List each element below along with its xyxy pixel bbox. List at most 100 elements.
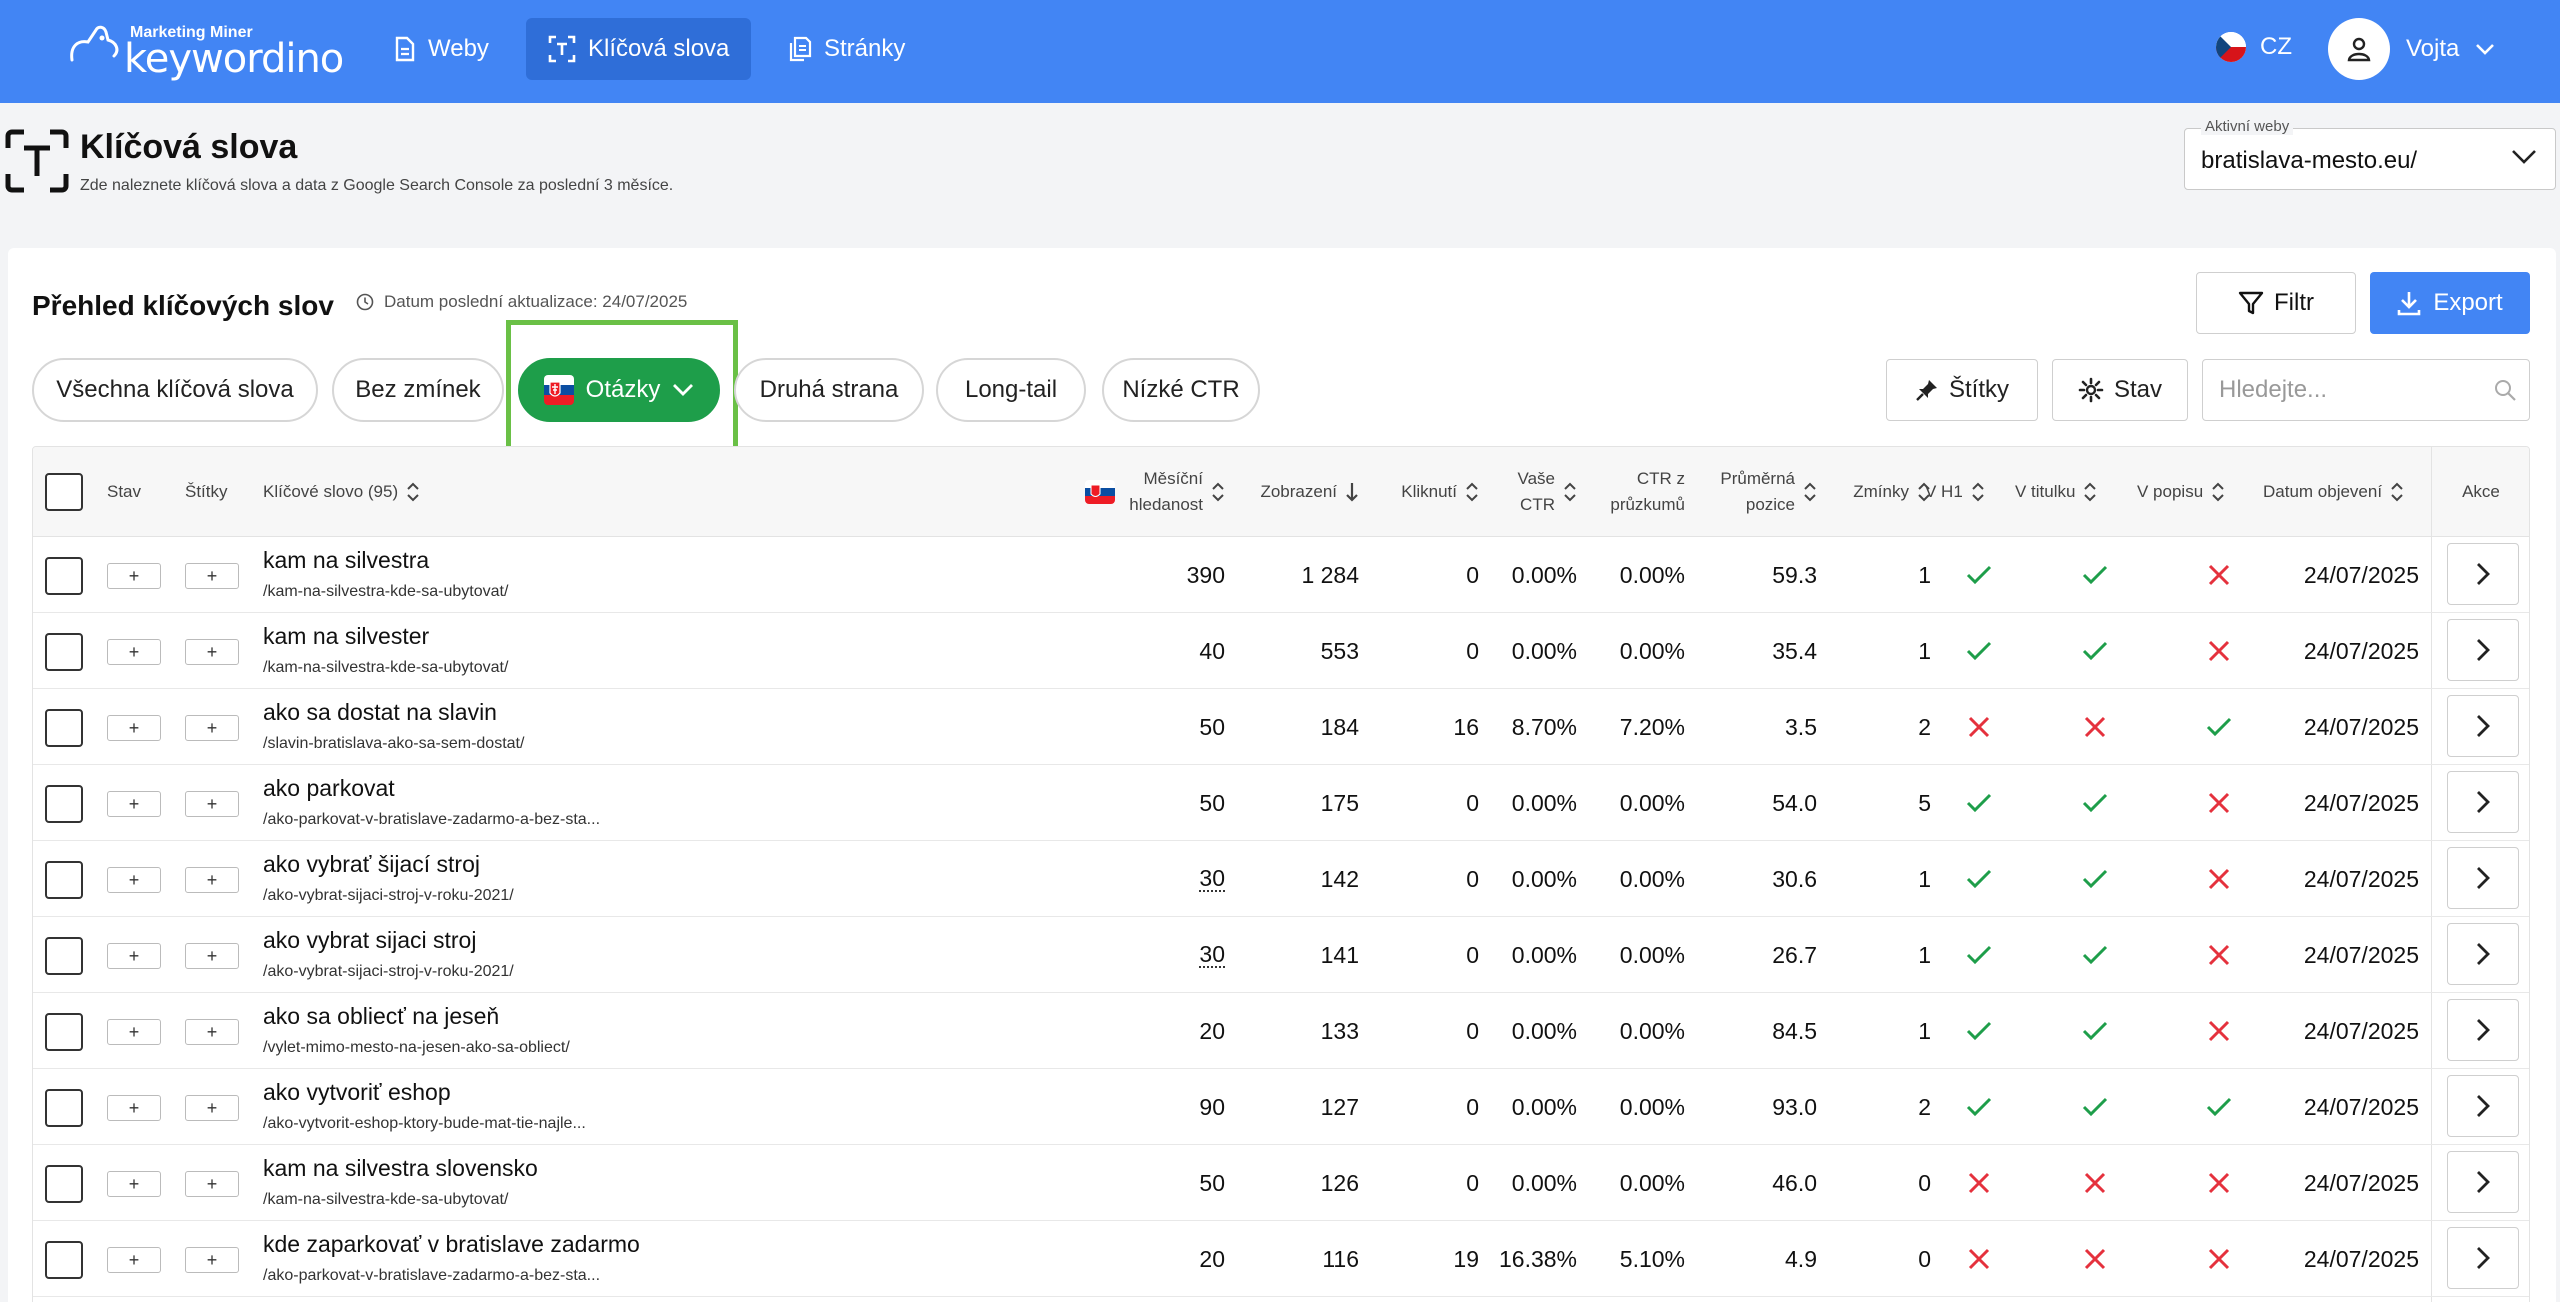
keywordino-logo[interactable]: Marketing Miner keywordino	[64, 20, 344, 82]
add-tag-button[interactable]: +	[185, 943, 239, 969]
page-title: Klíčová slova	[80, 128, 298, 166]
row-checkbox[interactable]	[45, 633, 83, 671]
row-checkbox[interactable]	[45, 861, 83, 899]
row-detail-button[interactable]	[2447, 543, 2519, 605]
nav-weby[interactable]: Weby	[372, 18, 511, 80]
add-tag-button[interactable]: +	[185, 1095, 239, 1121]
add-tag-button[interactable]: +	[185, 563, 239, 589]
header-survey-ctr[interactable]: CTR z průzkumů	[1573, 447, 1685, 537]
add-tag-button[interactable]: +	[185, 867, 239, 893]
header-mentions[interactable]: Zmínky	[1803, 447, 1931, 537]
search-field[interactable]	[2202, 359, 2530, 421]
row-checkbox[interactable]	[45, 937, 83, 975]
in-title-status	[2069, 841, 2121, 917]
top-navigation-bar: Marketing Miner keywordino Weby Klíčová …	[0, 0, 2560, 103]
header-avg-position[interactable]: Průměrná pozice	[1673, 447, 1817, 537]
table-row: + + ako parkovat/ako-parkovat-v-bratislave…	[33, 765, 2529, 841]
add-state-button[interactable]: +	[107, 1171, 161, 1197]
add-state-button[interactable]: +	[107, 1095, 161, 1121]
add-tag-button[interactable]: +	[185, 1171, 239, 1197]
add-state-button[interactable]: +	[107, 563, 161, 589]
position-value: 84.5	[1772, 1017, 1817, 1044]
tags-button[interactable]: Štítky	[1886, 359, 2038, 421]
keyword-text: ako vybrat sijaci stroj	[263, 927, 477, 953]
active-site-select[interactable]: Aktivní weby bratislava-mesto.eu/	[2184, 118, 2556, 190]
row-checkbox[interactable]	[45, 1089, 83, 1127]
language-switcher[interactable]: CZ	[2216, 32, 2292, 62]
header-discovered[interactable]: Datum objevení	[2263, 447, 2404, 537]
row-detail-button[interactable]	[2447, 999, 2519, 1061]
header-in-title[interactable]: V titulku	[2015, 447, 2097, 537]
survey-ctr-value: 7.20%	[1619, 713, 1685, 740]
survey-ctr-value: 5.10%	[1619, 1245, 1685, 1272]
row-detail-button[interactable]	[2447, 695, 2519, 757]
clicks-value: 0	[1466, 561, 1479, 588]
keyword-text: kam na silvestra	[263, 547, 430, 573]
user-menu[interactable]: Vojta	[2328, 18, 2495, 80]
pill-low-ctr[interactable]: Nízké CTR	[1102, 358, 1260, 422]
add-state-button[interactable]: +	[107, 1019, 161, 1045]
header-impressions[interactable]: Zobrazení	[1209, 447, 1359, 537]
pill-no-mentions[interactable]: Bez zmínek	[332, 358, 504, 422]
survey-ctr-value: 0.00%	[1619, 561, 1685, 588]
pill-long-tail[interactable]: Long-tail	[936, 358, 1086, 422]
pill-label: Bez zmínek	[355, 376, 481, 403]
in-title-status	[2069, 1145, 2121, 1221]
row-detail-button[interactable]	[2447, 1075, 2519, 1137]
keyword-url: /kam-na-silvestra-kde-sa-ubytovat/	[263, 583, 509, 600]
row-detail-button[interactable]	[2447, 619, 2519, 681]
row-detail-button[interactable]	[2447, 1227, 2519, 1289]
add-state-button[interactable]: +	[107, 867, 161, 893]
keyword-text: kam na silvester	[263, 623, 430, 649]
select-all-checkbox[interactable]	[45, 473, 83, 511]
pill-all-keywords[interactable]: Všechna klíčová slova	[32, 358, 318, 422]
row-checkbox[interactable]	[45, 1013, 83, 1051]
cross-icon	[2084, 716, 2106, 738]
position-value: 54.0	[1772, 789, 1817, 816]
row-detail-button[interactable]	[2447, 847, 2519, 909]
header-clicks[interactable]: Kliknutí	[1349, 447, 1479, 537]
pill-questions[interactable]: Otázky	[518, 358, 720, 422]
add-tag-button[interactable]: +	[185, 791, 239, 817]
row-checkbox[interactable]	[45, 709, 83, 747]
search-input[interactable]	[2219, 376, 2479, 404]
row-checkbox[interactable]	[45, 1241, 83, 1279]
add-tag-button[interactable]: +	[185, 639, 239, 665]
last-update: Datum poslední aktualizace: 24/07/2025	[356, 292, 687, 312]
keyword-url: /kam-na-silvestra-kde-sa-ubytovat/	[263, 1191, 509, 1208]
header-in-h1[interactable]: V H1	[1925, 447, 1985, 537]
export-button[interactable]: Export	[2370, 272, 2530, 334]
add-state-button[interactable]: +	[107, 791, 161, 817]
add-tag-button[interactable]: +	[185, 715, 239, 741]
nav-klicova-slova[interactable]: Klíčová slova	[526, 18, 752, 80]
header-in-description[interactable]: V popisu	[2137, 447, 2225, 537]
row-detail-button[interactable]	[2447, 1151, 2519, 1213]
add-tag-button[interactable]: +	[185, 1247, 239, 1273]
add-state-button[interactable]: +	[107, 639, 161, 665]
mentions-value: 0	[1918, 1169, 1931, 1196]
keyword-text: ako vytvoriť eshop	[263, 1079, 451, 1105]
add-state-button[interactable]: +	[107, 715, 161, 741]
mentions-value: 1	[1918, 637, 1931, 664]
state-button[interactable]: Stav	[2052, 359, 2188, 421]
add-tag-button[interactable]: +	[185, 1019, 239, 1045]
add-state-button[interactable]: +	[107, 1247, 161, 1273]
nav-stranky[interactable]: Stránky	[766, 18, 927, 80]
add-state-button[interactable]: +	[107, 943, 161, 969]
header-your-ctr[interactable]: Vaše CTR	[1473, 447, 1577, 537]
row-checkbox[interactable]	[45, 1165, 83, 1203]
pill-second-page[interactable]: Druhá strana	[734, 358, 924, 422]
ctr-value: 0.00%	[1511, 1169, 1577, 1196]
row-detail-button[interactable]	[2447, 923, 2519, 985]
row-checkbox[interactable]	[45, 785, 83, 823]
filter-button[interactable]: Filtr	[2196, 272, 2356, 334]
ctr-value: 0.00%	[1511, 865, 1577, 892]
position-value: 4.9	[1785, 1245, 1817, 1272]
ctr-value: 0.00%	[1511, 561, 1577, 588]
row-detail-button[interactable]	[2447, 771, 2519, 833]
table-row: + + ako sa dostat na slavin/slavin-bratisl…	[33, 689, 2529, 765]
header-keyword[interactable]: Klíčové slovo (95)	[263, 447, 420, 537]
header-monthly-search[interactable]: Měsíční hledanost	[1039, 447, 1225, 537]
chevron-right-icon	[2477, 563, 2490, 585]
row-checkbox[interactable]	[45, 557, 83, 595]
